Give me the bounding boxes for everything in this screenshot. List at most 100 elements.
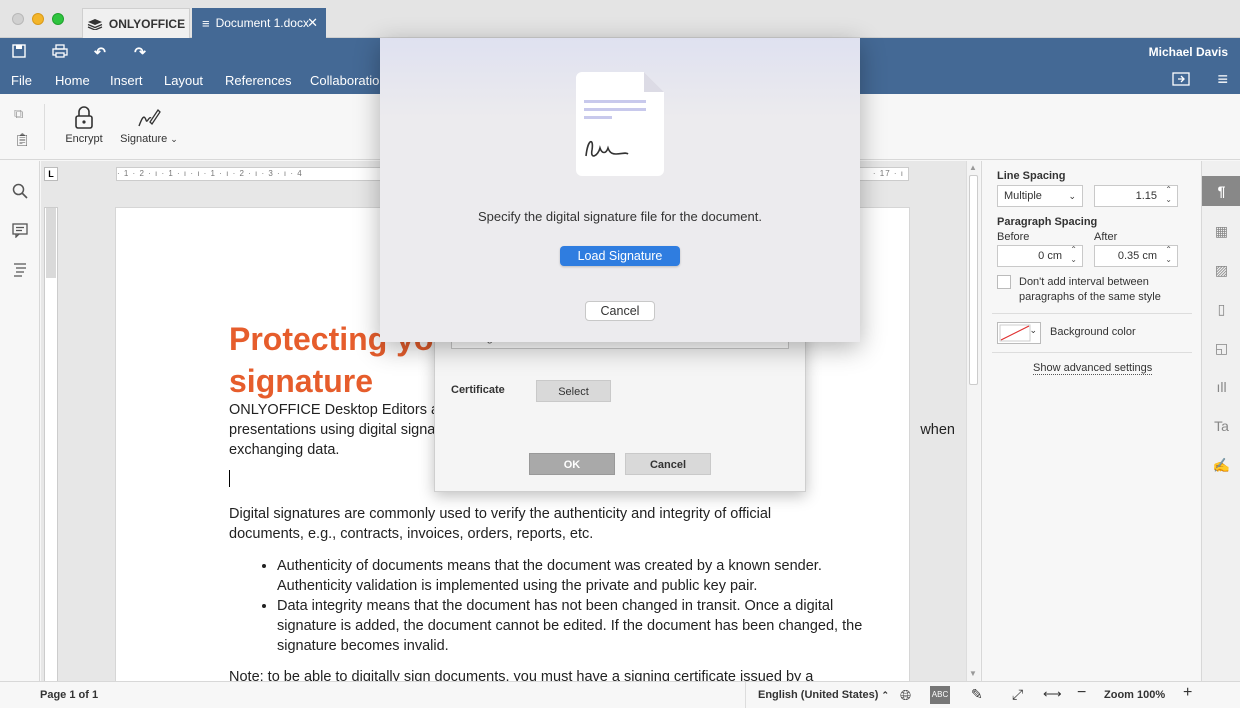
chevron-down-icon: ⌄ bbox=[170, 134, 178, 144]
tab-document-label: Document 1.docx bbox=[215, 16, 309, 30]
scroll-down-icon[interactable]: ▼ bbox=[969, 669, 977, 678]
spellcheck-icon[interactable]: ABC bbox=[930, 686, 950, 704]
document-menu-icon: ≡ bbox=[202, 15, 210, 31]
stepper-icon[interactable]: ⌃ ⌄ bbox=[1070, 245, 1077, 265]
certificate-label: Certificate bbox=[451, 384, 505, 396]
language-select[interactable]: English (United States) ⌃ bbox=[758, 689, 889, 701]
select-certificate-button[interactable]: Select bbox=[536, 380, 611, 402]
left-sidebar bbox=[0, 161, 40, 681]
dont-add-interval-checkbox[interactable] bbox=[997, 275, 1011, 289]
redo-icon[interactable]: ↷ bbox=[130, 44, 150, 60]
search-icon[interactable] bbox=[11, 183, 29, 201]
menu-insert[interactable]: Insert bbox=[110, 73, 143, 88]
cancel-signature-button[interactable]: Cancel bbox=[625, 453, 711, 475]
tab-document[interactable]: ≡ Document 1.docx ✕ bbox=[192, 8, 326, 38]
menu-file[interactable]: File bbox=[11, 73, 32, 88]
dont-add-interval-label: Don't add interval between paragraphs of… bbox=[1019, 276, 1161, 303]
stepper-icon[interactable]: ⌃ ⌄ bbox=[1165, 185, 1172, 205]
paragraph-settings-icon[interactable]: ¶ bbox=[1202, 176, 1240, 206]
chart-settings-icon[interactable]: ıll bbox=[1202, 372, 1240, 402]
menu-layout[interactable]: Layout bbox=[164, 73, 203, 88]
no-color-icon bbox=[999, 324, 1031, 342]
menu-home[interactable]: Home bbox=[55, 73, 90, 88]
document-signature-icon bbox=[576, 72, 664, 176]
navigation-icon[interactable] bbox=[11, 261, 29, 279]
vertical-ruler[interactable] bbox=[44, 207, 58, 681]
header-footer-icon[interactable]: ▯ bbox=[1202, 294, 1240, 324]
encrypt-button[interactable]: Encrypt bbox=[64, 106, 104, 145]
zoom-out-icon[interactable]: − bbox=[1077, 684, 1086, 702]
tab-onlyoffice-label: ONLYOFFICE bbox=[108, 16, 186, 31]
bullet-item: Authenticity of documents means that the… bbox=[277, 556, 877, 596]
paste-icon[interactable]: 📋︎ bbox=[14, 132, 31, 148]
lock-icon bbox=[75, 106, 93, 129]
panel-divider bbox=[992, 352, 1192, 353]
table-settings-icon[interactable]: ▦ bbox=[1202, 216, 1240, 246]
cancel-load-button[interactable]: Cancel bbox=[585, 301, 655, 321]
before-label: Before bbox=[997, 231, 1030, 243]
copy-icon[interactable]: ⧉ bbox=[14, 106, 23, 122]
tab-stop-selector[interactable]: L bbox=[44, 167, 58, 181]
signature-settings-dialog: Testing Certificate Select OK Cancel bbox=[434, 326, 806, 492]
maximize-window-button[interactable] bbox=[52, 13, 64, 25]
signature-settings-icon[interactable]: ✍ bbox=[1202, 450, 1240, 480]
line-spacing-value: 1.15 bbox=[1135, 190, 1157, 202]
zoom-in-icon[interactable]: + bbox=[1183, 684, 1192, 702]
stepper-icon[interactable]: ⌃ ⌄ bbox=[1165, 245, 1172, 265]
right-tab-bar: ¶ ▦ ▨ ▯ ◱ ıll Ta ✍ bbox=[1201, 161, 1240, 681]
load-signature-button[interactable]: Load Signature bbox=[560, 246, 680, 266]
hamburger-menu-icon[interactable]: ≡ bbox=[1217, 69, 1228, 90]
tab-onlyoffice[interactable]: ONLYOFFICE bbox=[82, 8, 190, 38]
spacing-before-input[interactable]: 0 cm ⌃ ⌄ bbox=[997, 245, 1083, 267]
line-spacing-label: Line Spacing bbox=[997, 170, 1066, 182]
line-spacing-value-input[interactable]: 1.15 ⌃ ⌄ bbox=[1094, 185, 1178, 207]
chevron-up-icon: ⌃ bbox=[881, 690, 890, 700]
zoom-level: Zoom 100% bbox=[1104, 689, 1166, 701]
app-window: ONLYOFFICE ≡ Document 1.docx ✕ ↶ ↷ Micha… bbox=[0, 0, 1240, 708]
load-signature-dialog: Specify the digital signature file for t… bbox=[380, 38, 860, 342]
background-color-picker[interactable]: ⌄ bbox=[997, 322, 1041, 344]
shape-settings-icon[interactable]: ◱ bbox=[1202, 333, 1240, 363]
minimize-window-button[interactable] bbox=[32, 13, 44, 25]
para1-line2: presentations using digital signa bbox=[229, 422, 436, 438]
heading-line2: signature bbox=[229, 363, 374, 399]
onlyoffice-logo-icon bbox=[87, 18, 103, 30]
spacing-after-input[interactable]: 0.35 cm ⌃ ⌄ bbox=[1094, 245, 1178, 267]
globe-icon[interactable]: 🌐︎ bbox=[900, 687, 911, 704]
line-spacing-mode-select[interactable]: Multiple ⌄ bbox=[997, 185, 1083, 207]
menu-references[interactable]: References bbox=[225, 73, 291, 88]
fit-page-icon[interactable]: ⤢ bbox=[1012, 686, 1023, 703]
signature-button[interactable]: Signature ⌄ bbox=[118, 106, 180, 145]
ruler-ticks-end: · 17 · ı bbox=[872, 169, 904, 178]
language-value: English (United States) bbox=[758, 689, 879, 701]
close-tab-icon[interactable]: ✕ bbox=[307, 15, 318, 31]
undo-icon[interactable]: ↶ bbox=[90, 44, 110, 60]
close-window-button[interactable] bbox=[12, 13, 24, 25]
user-name[interactable]: Michael Davis bbox=[1149, 45, 1228, 59]
panel-divider bbox=[992, 313, 1192, 314]
signature-label: Signature bbox=[120, 133, 168, 145]
paragraph-note: Note: to be able to digitally sign docum… bbox=[229, 669, 814, 681]
status-bar: Page 1 of 1 English (United States) ⌃ 🌐︎… bbox=[0, 681, 1240, 708]
show-advanced-settings-link[interactable]: Show advanced settings bbox=[1033, 362, 1153, 375]
comments-icon[interactable] bbox=[11, 222, 29, 240]
image-settings-icon[interactable]: ▨ bbox=[1202, 255, 1240, 285]
after-label: After bbox=[1094, 231, 1118, 243]
print-icon[interactable] bbox=[50, 44, 70, 60]
text-art-icon[interactable]: Ta bbox=[1202, 411, 1240, 441]
scroll-up-icon[interactable]: ▲ bbox=[969, 163, 977, 172]
scroll-thumb[interactable] bbox=[969, 175, 978, 385]
encrypt-label: Encrypt bbox=[65, 133, 103, 145]
track-changes-icon[interactable]: ✎ bbox=[971, 686, 983, 703]
open-location-icon[interactable] bbox=[1172, 71, 1190, 92]
text-cursor bbox=[229, 470, 230, 487]
menu-collaboration[interactable]: Collaboration bbox=[310, 73, 387, 88]
bullet-list: Authenticity of documents means that the… bbox=[277, 556, 877, 656]
fit-width-icon[interactable]: ⟷ bbox=[1043, 686, 1062, 702]
document-scrollbar[interactable]: ▲ ▼ bbox=[966, 161, 980, 681]
para1-line2-tail: when bbox=[920, 422, 955, 438]
spacing-after-value: 0.35 cm bbox=[1117, 250, 1157, 262]
save-icon[interactable] bbox=[9, 44, 29, 60]
load-signature-message: Specify the digital signature file for t… bbox=[478, 209, 762, 224]
ok-button[interactable]: OK bbox=[529, 453, 615, 475]
